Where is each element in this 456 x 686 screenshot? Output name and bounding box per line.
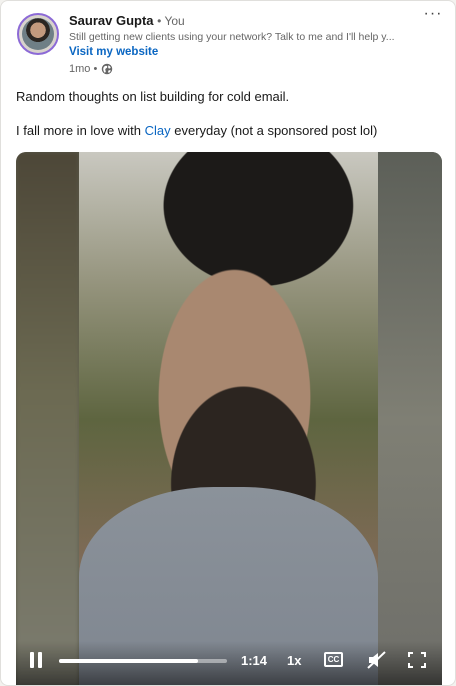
globe-icon <box>102 63 113 75</box>
more-options-button[interactable]: ··· <box>421 6 445 25</box>
post-text-before-link: I fall more in love with <box>16 123 145 138</box>
video-blur-right <box>378 152 442 685</box>
clay-link[interactable]: Clay <box>145 123 171 138</box>
pause-icon-bar <box>38 652 42 668</box>
avatar-photo <box>22 18 54 50</box>
author-headline: Still getting new clients using your net… <box>69 31 395 43</box>
playback-speed-button[interactable]: 1x <box>287 653 301 668</box>
pause-button[interactable] <box>30 652 46 670</box>
volume-muted-icon[interactable] <box>366 650 388 670</box>
author-name[interactable]: Saurav Gupta <box>69 13 154 28</box>
author-relation: • You <box>157 14 185 28</box>
pause-icon <box>30 652 34 668</box>
post-text-line1: Random thoughts on list building for col… <box>16 89 290 104</box>
post-text-after-link: everyday (not a sponsored post lol) <box>170 123 378 138</box>
progress-bar[interactable] <box>59 659 227 663</box>
post-card: Saurav Gupta • You Still getting new cli… <box>0 0 456 686</box>
fullscreen-icon[interactable] <box>408 652 426 668</box>
video-blur-left <box>16 152 79 685</box>
visit-website-link[interactable]: Visit my website <box>69 46 158 58</box>
captions-button[interactable]: CC <box>324 652 343 667</box>
elapsed-time: 1:14 <box>241 653 268 668</box>
post-meta: 1mo • <box>69 63 113 75</box>
avatar[interactable] <box>17 13 59 55</box>
post-text-line2: I fall more in love with Clay everyday (… <box>16 123 377 138</box>
progress-fill <box>59 659 199 663</box>
post-time: 1mo • <box>69 63 98 75</box>
video-player[interactable]: 1:14 1x CC <box>16 152 442 685</box>
author-line: Saurav Gupta • You <box>69 13 185 28</box>
